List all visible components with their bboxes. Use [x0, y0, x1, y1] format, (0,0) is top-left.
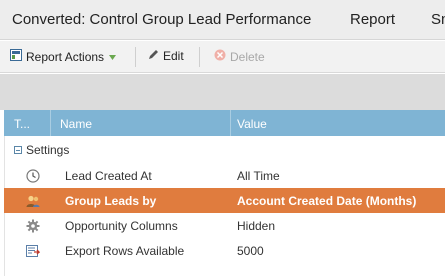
collapse-icon[interactable] — [14, 146, 22, 154]
row-value: 5000 — [237, 244, 264, 258]
column-divider — [230, 110, 231, 136]
edit-label: Edit — [163, 49, 184, 63]
clock-icon — [26, 169, 40, 183]
nav-report-tab[interactable]: Report — [350, 11, 395, 28]
toolbar-divider — [135, 47, 136, 67]
people-icon — [26, 194, 40, 208]
pencil-icon — [148, 49, 159, 63]
table-row[interactable]: Lead Created At All Time — [4, 163, 445, 188]
export-icon — [26, 244, 41, 258]
edit-button[interactable]: Edit — [148, 49, 184, 63]
delete-label: Delete — [230, 49, 265, 64]
title-bar: Converted: Control Group Lead Performanc… — [0, 0, 445, 40]
delete-icon — [214, 49, 226, 64]
column-header-type[interactable]: T... — [14, 117, 30, 131]
table-row[interactable]: Export Rows Available 5000 — [4, 238, 445, 263]
panel-spacer — [0, 74, 445, 110]
row-name: Group Leads by — [65, 194, 157, 208]
delete-button[interactable]: Delete — [214, 49, 265, 64]
table-row[interactable]: Opportunity Columns Hidden — [4, 213, 445, 238]
column-header-name[interactable]: Name — [60, 117, 92, 131]
row-name: Export Rows Available — [65, 244, 185, 258]
group-label: Settings — [26, 143, 70, 157]
page-title: Converted: Control Group Lead Performanc… — [12, 11, 312, 28]
column-header-value[interactable]: Value — [237, 117, 267, 131]
report-actions-label: Report Actions — [26, 49, 105, 64]
toolbar: Report Actions Edit Delete — [0, 41, 445, 73]
report-icon — [10, 49, 22, 64]
column-divider — [50, 110, 51, 136]
row-name: Opportunity Columns — [65, 219, 178, 233]
gear-icon — [26, 219, 40, 233]
nav-next-tab[interactable]: Sn — [431, 11, 445, 28]
row-name: Lead Created At — [65, 169, 152, 183]
row-value: All Time — [237, 169, 280, 183]
group-row-settings[interactable]: Settings — [4, 138, 445, 162]
grid-header: T... Name Value — [4, 110, 445, 136]
row-value: Hidden — [237, 219, 276, 233]
table-row-selected[interactable]: Group Leads by Account Created Date (Mon… — [4, 188, 445, 213]
toolbar-divider — [199, 47, 200, 67]
report-actions-button[interactable]: Report Actions — [10, 49, 117, 64]
dropdown-arrow-icon — [109, 50, 117, 64]
row-value: Account Created Date (Months) — [237, 194, 417, 208]
